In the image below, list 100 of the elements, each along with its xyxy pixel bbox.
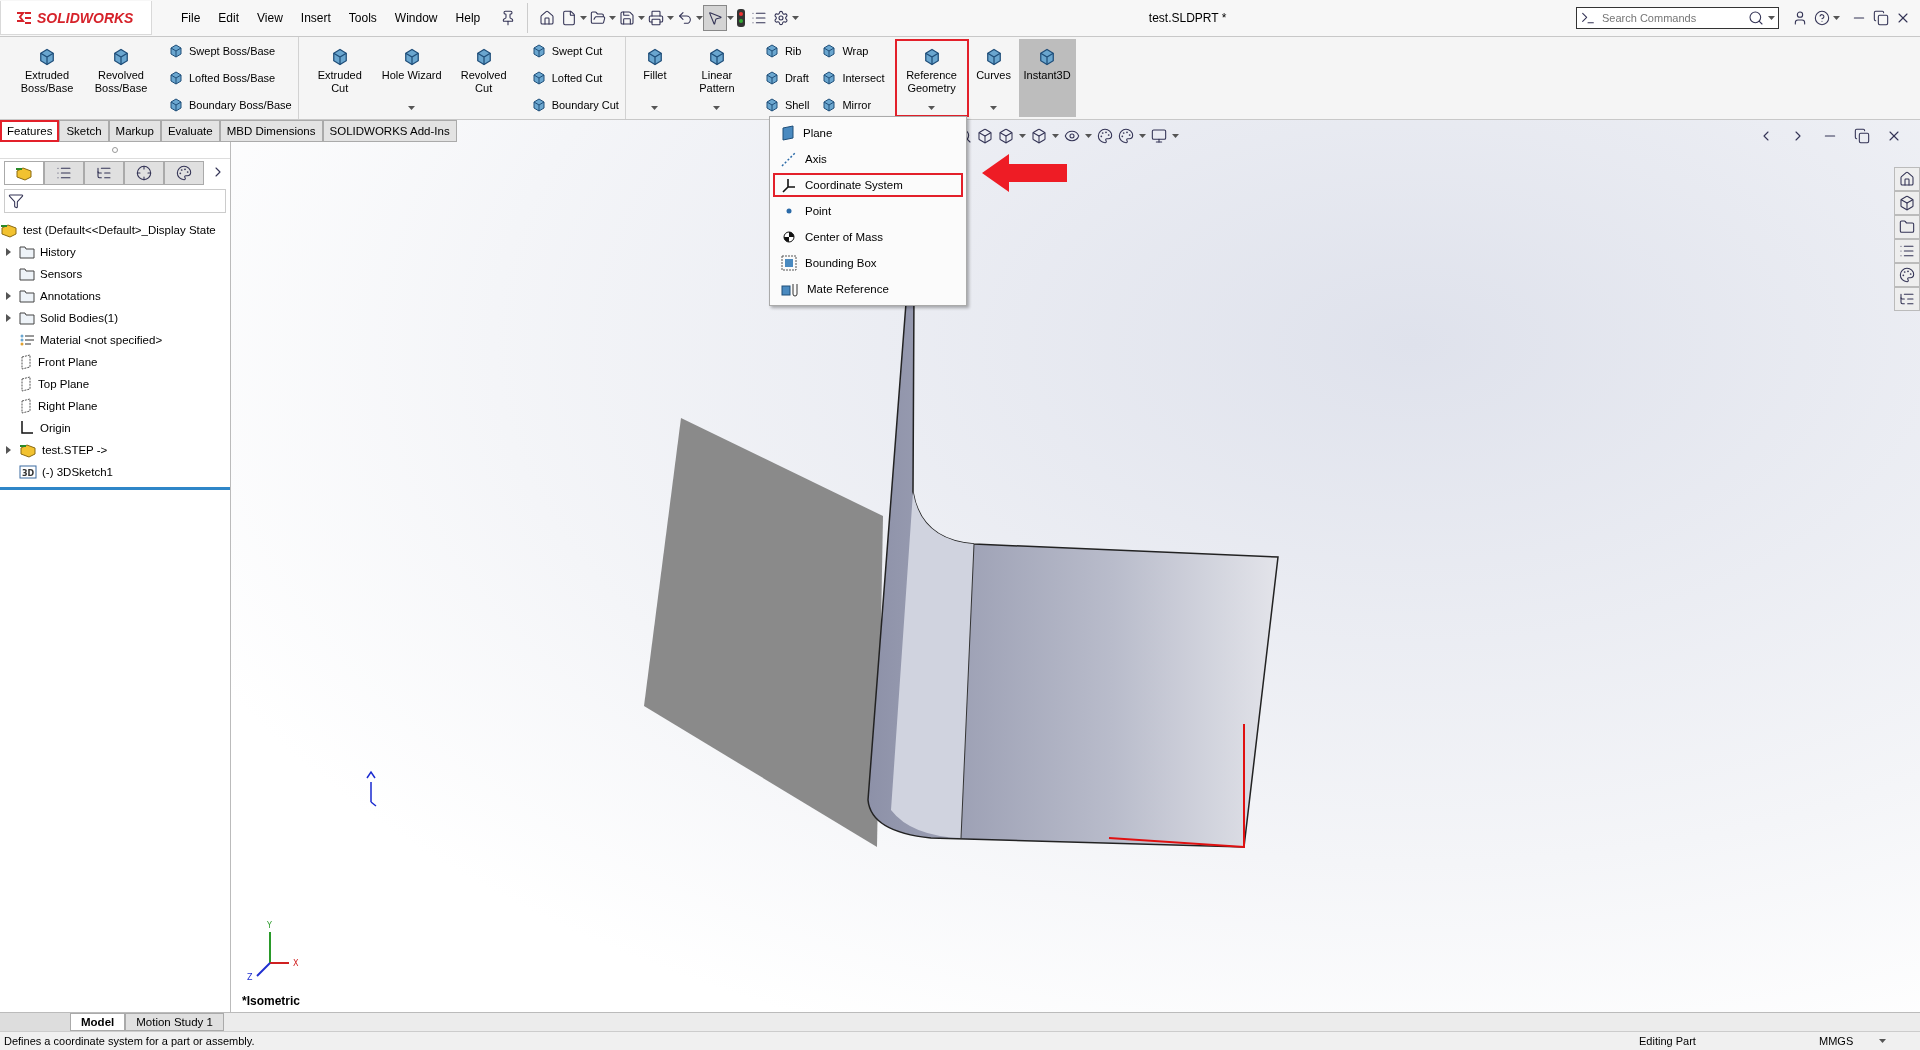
ribbon-button[interactable]: Lofted Boss/Base (166, 69, 294, 87)
panel-tab[interactable] (164, 161, 204, 185)
ribbon-button[interactable]: Linear Pattern (679, 39, 754, 117)
ribbon-button[interactable]: Extruded Boss/Base (10, 39, 84, 117)
caret-icon[interactable] (727, 16, 735, 20)
tree-item[interactable]: Annotations (0, 285, 230, 307)
tree-item[interactable]: Origin (0, 417, 230, 439)
ribbon-button[interactable]: Revolved Cut (446, 39, 521, 117)
menu-item[interactable]: Mate Reference (773, 277, 963, 301)
box-icon[interactable] (998, 128, 1014, 144)
pointer-icon[interactable] (707, 10, 724, 26)
tree-item[interactable]: Right Plane (0, 395, 230, 417)
ribbon-button[interactable]: Boundary Cut (528, 96, 621, 115)
menu-item[interactable]: Center of Mass (773, 225, 963, 249)
caret-icon[interactable] (651, 106, 659, 110)
expand-arrow-icon[interactable] (6, 314, 11, 322)
tree-item[interactable]: 3D (-) 3DSketch1 (0, 461, 230, 483)
ribbon-button[interactable]: Swept Boss/Base (166, 41, 294, 60)
task-pane-button[interactable] (1894, 167, 1920, 191)
panel-tab[interactable] (4, 161, 44, 185)
caret-icon[interactable] (990, 106, 998, 110)
ribbon-button[interactable]: Swept Cut (528, 41, 621, 60)
tab[interactable]: Motion Study 1 (125, 1013, 224, 1031)
traffic-light-icon[interactable] (737, 9, 746, 27)
ribbon-button[interactable]: Intersect (819, 69, 887, 87)
menu-item[interactable]: Tools (339, 11, 386, 25)
ribbon-button[interactable]: Mirror (819, 96, 887, 115)
palette-icon[interactable] (1118, 128, 1134, 144)
tree-item[interactable]: test (Default<<Default>_Display State (0, 219, 230, 241)
task-pane-button[interactable] (1894, 287, 1920, 311)
ribbon-button[interactable]: Hole Wizard (376, 39, 447, 117)
ribbon-button[interactable]: Wrap (819, 41, 887, 60)
caret-icon[interactable] (1833, 16, 1840, 20)
tab[interactable]: Features (0, 120, 60, 142)
caret-icon[interactable] (1019, 134, 1026, 138)
eye-icon[interactable] (1064, 128, 1080, 144)
task-pane-button[interactable] (1894, 263, 1920, 287)
search-bar[interactable]: Search Commands (1576, 7, 1779, 29)
ribbon-button[interactable]: Instant3D (1018, 39, 1076, 117)
help-icon[interactable] (1814, 10, 1830, 26)
ribbon-button[interactable]: Shell (761, 96, 812, 115)
menu-item[interactable]: Point (773, 199, 963, 223)
tab[interactable]: Model (70, 1013, 126, 1031)
tab[interactable]: SOLIDWORKS Add-Ins (322, 120, 457, 142)
search-field[interactable]: Search Commands (1600, 11, 1744, 25)
new-file-icon[interactable] (561, 10, 578, 26)
tree-item[interactable]: Front Plane (0, 351, 230, 373)
user-icon[interactable] (1792, 10, 1808, 26)
menu-item[interactable]: View (248, 11, 292, 25)
caret-icon[interactable] (792, 16, 800, 20)
panel-tab[interactable] (124, 161, 164, 185)
filter-field[interactable] (4, 189, 226, 213)
ribbon-button[interactable]: Revolved Boss/Base (84, 39, 158, 117)
caret-icon[interactable] (928, 106, 936, 110)
home-icon[interactable] (539, 10, 556, 26)
undo-icon[interactable] (677, 10, 694, 26)
caret-icon[interactable] (638, 16, 646, 20)
list-icon[interactable] (751, 10, 768, 26)
menu-item[interactable]: Insert (291, 11, 340, 25)
tree-item[interactable]: Sensors (0, 263, 230, 285)
ribbon-button[interactable]: Curves (968, 39, 1019, 117)
monitor-icon[interactable] (1151, 128, 1167, 144)
caret-icon[interactable] (580, 16, 588, 20)
caret-icon[interactable] (1879, 1039, 1886, 1043)
palette-icon[interactable] (1097, 128, 1113, 144)
status-units[interactable]: MMGS (1819, 1035, 1879, 1047)
caret-icon[interactable] (696, 16, 704, 20)
tab[interactable]: MBD Dimensions (219, 120, 323, 142)
task-pane-button[interactable] (1894, 239, 1920, 263)
save-icon[interactable] (619, 10, 636, 26)
restore-icon[interactable] (1873, 10, 1889, 26)
caret-icon[interactable] (1768, 16, 1775, 20)
expand-arrow-icon[interactable] (6, 446, 11, 454)
cube-icon[interactable] (1031, 128, 1047, 144)
caret-icon[interactable] (713, 106, 721, 110)
ribbon-button[interactable]: Extruded Cut (302, 39, 377, 117)
search-icon[interactable] (1748, 10, 1764, 26)
ribbon-button[interactable]: Fillet (629, 39, 680, 117)
caret-icon[interactable] (1052, 134, 1059, 138)
settings-icon[interactable] (773, 10, 790, 26)
menu-item[interactable]: Edit (209, 11, 249, 25)
task-pane-button[interactable] (1894, 191, 1920, 215)
restore-icon[interactable] (1854, 128, 1870, 144)
menu-item[interactable]: Bounding Box (773, 251, 963, 275)
caret-icon[interactable] (1172, 134, 1179, 138)
ribbon-button[interactable]: Lofted Cut (528, 69, 621, 87)
caret-icon[interactable] (609, 16, 617, 20)
grip-icon[interactable] (112, 147, 118, 153)
open-folder-icon[interactable] (590, 10, 607, 26)
ribbon-button[interactable]: Rib (761, 41, 812, 60)
caret-icon[interactable] (408, 106, 416, 110)
menu-item[interactable]: Plane (773, 121, 963, 145)
tree-item[interactable]: test.STEP -> (0, 439, 230, 461)
menu-item[interactable]: Window (385, 11, 447, 25)
menu-item[interactable]: Help (446, 11, 490, 25)
tree-item[interactable]: History (0, 241, 230, 263)
menu-item[interactable]: Coordinate System (773, 173, 963, 197)
caret-icon[interactable] (1085, 134, 1092, 138)
task-pane-button[interactable] (1894, 215, 1920, 239)
tree-item[interactable]: Solid Bodies(1) (0, 307, 230, 329)
